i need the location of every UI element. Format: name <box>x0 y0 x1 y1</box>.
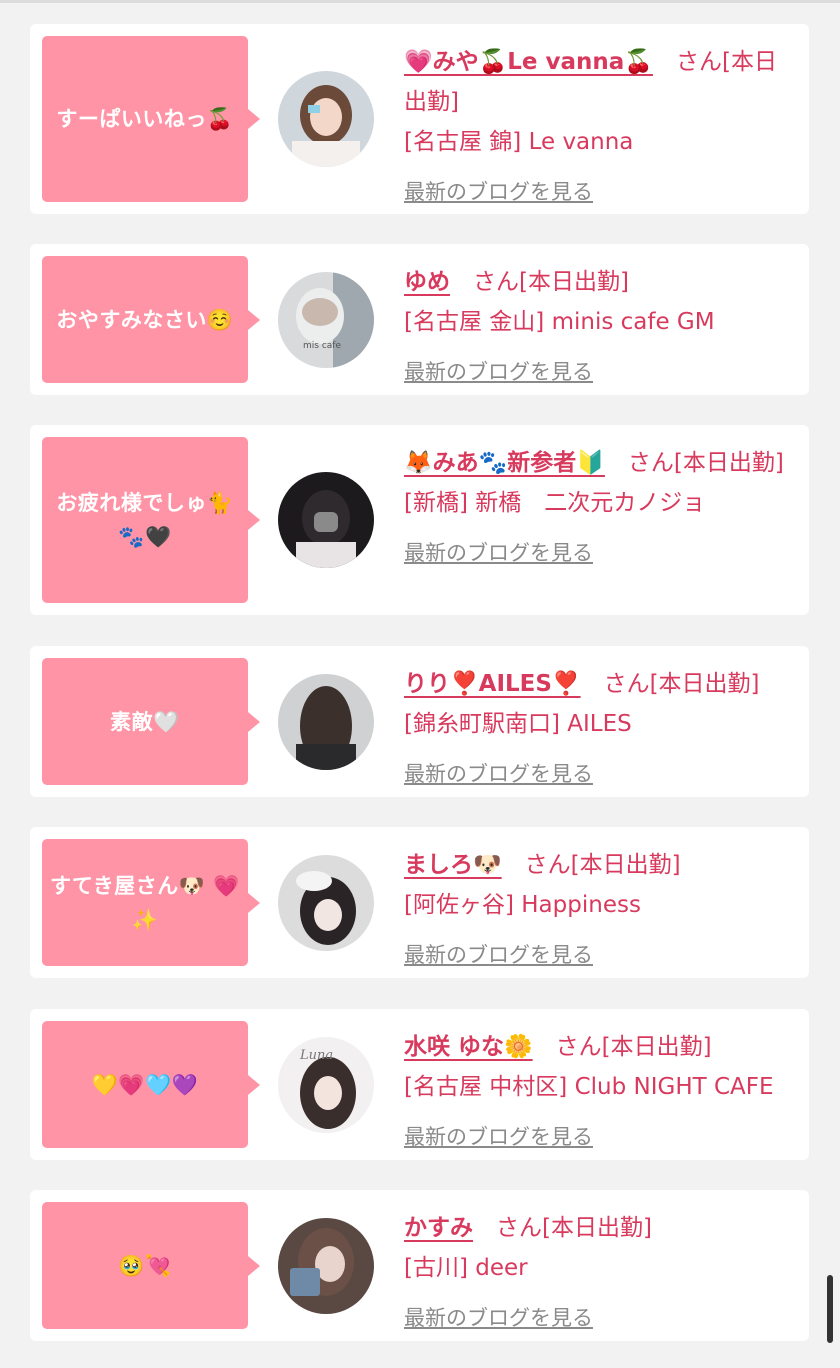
avatar-caption: mis cafe <box>303 341 341 351</box>
shop-name: [名古屋 金山] minis cafe GM <box>404 309 715 335</box>
avatar[interactable] <box>278 855 374 951</box>
avatar-caption: Luna <box>299 1048 333 1063</box>
latest-blog-link[interactable]: 最新のブログを見る <box>404 1125 593 1149</box>
comment-bubble: 🥹💘 <box>42 1202 260 1329</box>
comment-text: 🥹💘 <box>118 1253 172 1278</box>
shop-name: [名古屋 中村区] Club NIGHT CAFE <box>404 1074 774 1100</box>
girl-name-link[interactable]: りり❣️AILES❣️ <box>404 671 581 697</box>
comment-bubble: すーぱいいねっ🍒 <box>42 36 260 202</box>
girl-name-link[interactable]: かすみ <box>404 1215 473 1241</box>
latest-blog-link[interactable]: 最新のブログを見る <box>404 1306 593 1330</box>
girl-name-link[interactable]: ましろ🐶 <box>404 852 502 878</box>
latest-blog-link[interactable]: 最新のブログを見る <box>404 541 593 565</box>
attendance-status: さん[本日出勤] <box>555 1034 712 1060</box>
attendance-status: さん[本日出勤] <box>496 1215 652 1241</box>
avatar[interactable] <box>278 472 374 568</box>
avatar[interactable]: Luna <box>278 1037 374 1133</box>
blog-card: お疲れ様でしゅ🐈 🐾🖤 🦊みあ🐾新参者🔰 さん[本日出勤] [新橋] 新橋 二次… <box>30 425 809 615</box>
comment-text: おやすみなさい☺️ <box>56 307 234 332</box>
shop-name: [新橋] 新橋 二次元カノジョ <box>404 490 706 516</box>
avatar[interactable] <box>278 1218 374 1314</box>
comment-bubble: おやすみなさい☺️ <box>42 256 260 383</box>
comment-text: お疲れ様でしゅ🐈 🐾🖤 <box>56 491 234 549</box>
blog-card: すてき屋さん🐶 💗✨ ましろ🐶 さん[本日出勤] [阿佐ヶ谷] Happines… <box>30 827 809 978</box>
attendance-status: さん[本日出勤] <box>603 671 760 697</box>
girl-name-link[interactable]: ゆめ <box>404 269 450 295</box>
girl-name-link[interactable]: 🦊みあ🐾新参者🔰 <box>404 450 605 476</box>
avatar[interactable] <box>278 674 374 770</box>
avatar[interactable] <box>278 71 374 167</box>
girl-name-link[interactable]: 水咲 ゆな🌼 <box>404 1034 533 1060</box>
blog-card: 🥹💘 かすみ さん[本日出勤] [古川] deer 最新のブログを見る <box>30 1190 809 1341</box>
shop-name: [古川] deer <box>404 1255 528 1281</box>
girl-name-link[interactable]: 💗みや🍒Le vanna🍒 <box>404 49 653 75</box>
attendance-status: さん[本日出勤] <box>473 269 629 295</box>
comment-text: 💛💗🩵💜 <box>91 1072 199 1097</box>
shop-name: [阿佐ヶ谷] Happiness <box>404 892 641 918</box>
latest-blog-link[interactable]: 最新のブログを見る <box>404 943 593 967</box>
avatar[interactable]: mis cafe <box>278 272 374 368</box>
shop-name: [名古屋 錦] Le vanna <box>404 129 634 155</box>
latest-blog-link[interactable]: 最新のブログを見る <box>404 360 593 384</box>
comment-text: 素敵🤍 <box>110 709 180 734</box>
comment-bubble: 素敵🤍 <box>42 658 260 785</box>
attendance-status: さん[本日出勤] <box>524 852 681 878</box>
comment-bubble: 💛💗🩵💜 <box>42 1021 260 1148</box>
comment-text: すてき屋さん🐶 💗✨ <box>50 873 240 932</box>
latest-blog-link[interactable]: 最新のブログを見る <box>404 762 593 786</box>
top-divider <box>0 0 840 3</box>
comment-text: すーぱいいねっ🍒 <box>56 107 234 131</box>
shop-name: [錦糸町駅南口] AILES <box>404 711 632 737</box>
scrollbar[interactable] <box>827 1275 833 1343</box>
blog-card: すーぱいいねっ🍒 💗みや🍒Le vanna🍒 さん[本日出勤] [名古屋 錦] … <box>30 24 809 214</box>
latest-blog-link[interactable]: 最新のブログを見る <box>404 180 593 204</box>
comment-bubble: お疲れ様でしゅ🐈 🐾🖤 <box>42 437 260 603</box>
comment-bubble: すてき屋さん🐶 💗✨ <box>42 839 260 966</box>
blog-card: おやすみなさい☺️ mis cafe ゆめ さん[本日出勤] [名古屋 金山] … <box>30 244 809 395</box>
attendance-status: さん[本日出勤] <box>627 450 784 476</box>
blog-card: 素敵🤍 りり❣️AILES❣️ さん[本日出勤] [錦糸町駅南口] AILES … <box>30 646 809 797</box>
blog-card: 💛💗🩵💜 Luna 水咲 ゆな🌼 さん[本日出勤] [名古屋 中村区] Club… <box>30 1009 809 1160</box>
